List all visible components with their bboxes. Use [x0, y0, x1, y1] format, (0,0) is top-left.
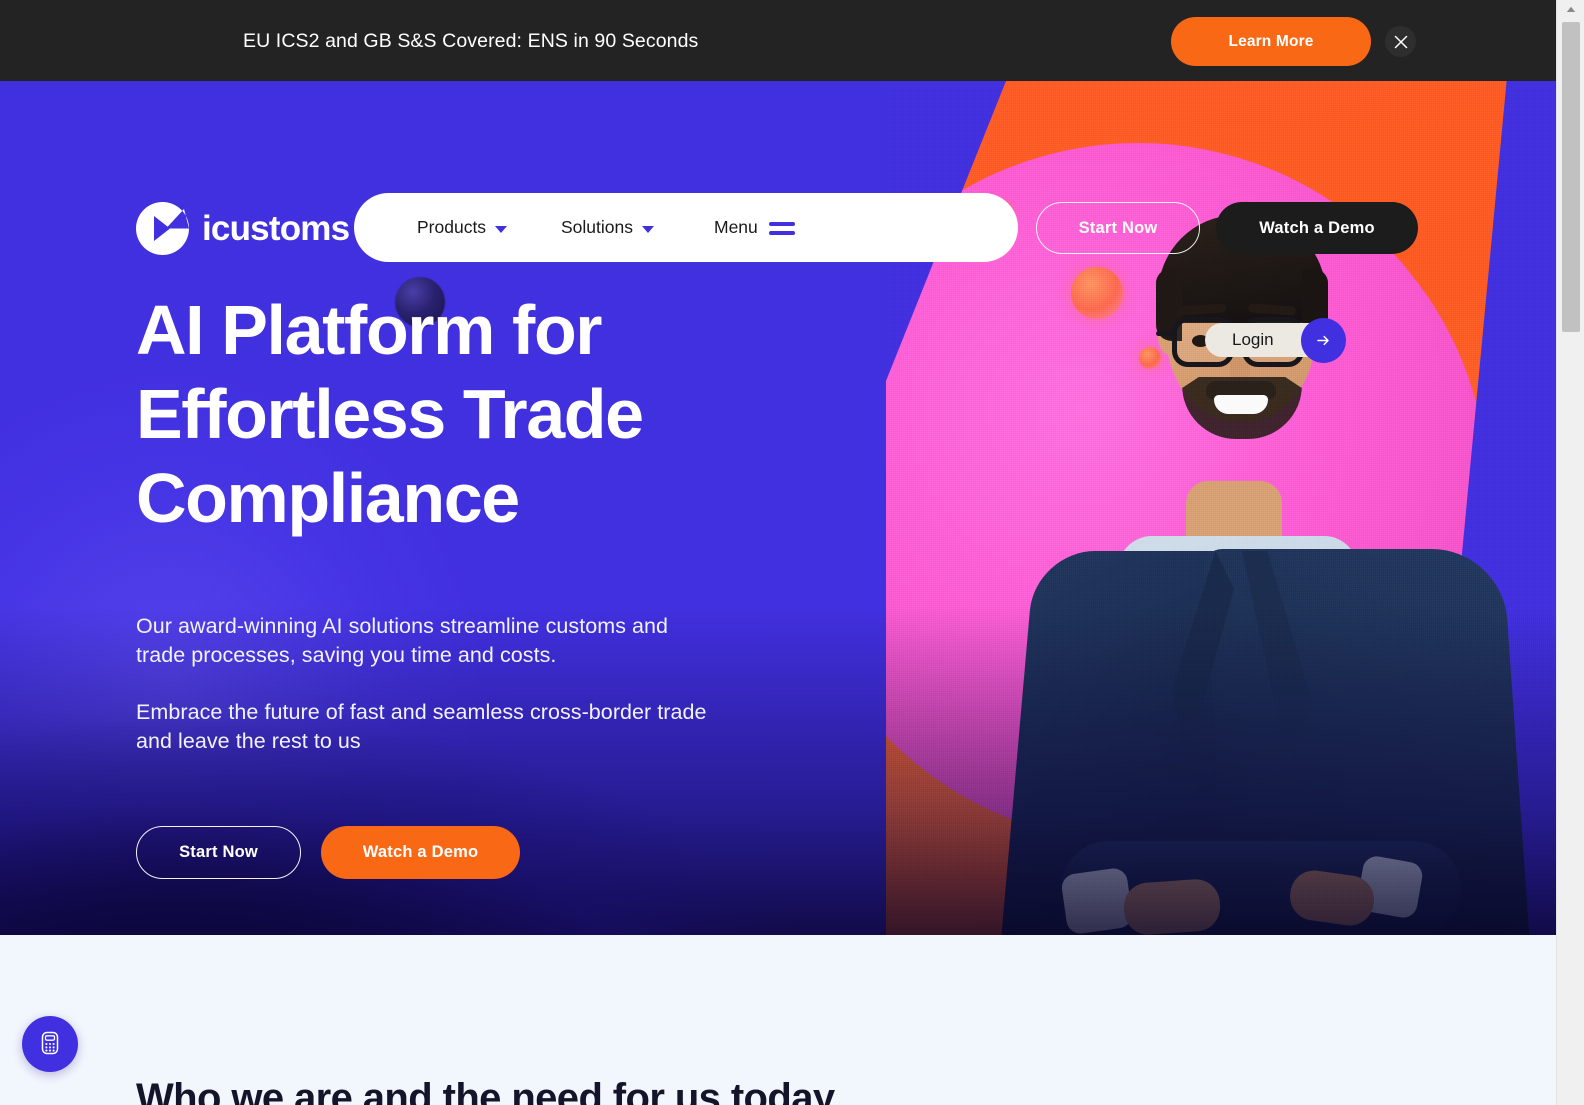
- hero-watch-demo-button[interactable]: Watch a Demo: [321, 826, 520, 879]
- nav-item-products[interactable]: Products: [417, 217, 508, 238]
- announcement-banner: EU ICS2 and GB S&S Covered: ENS in 90 Se…: [0, 0, 1556, 81]
- who-we-are-heading: Who we are and the need for us today: [136, 1076, 835, 1105]
- calculator-icon: [36, 1029, 64, 1060]
- scrollbar-thumb[interactable]: [1562, 22, 1580, 332]
- hero-paragraph-2: Embrace the future of fast and seamless …: [136, 700, 707, 753]
- login-button-label: Login: [1232, 330, 1274, 349]
- hero-title-line-3: Compliance: [136, 459, 520, 537]
- announcement-banner-text: EU ICS2 and GB S&S Covered: ENS in 90 Se…: [243, 30, 699, 52]
- primary-nav: Products Solutions Menu Login: [354, 193, 1346, 363]
- site-logo-text: icustoms: [202, 209, 350, 248]
- hero-copy: AI Platform for Effortless Trade Complia…: [136, 211, 836, 879]
- hamburger-icon: [768, 221, 795, 235]
- duty-calculator-button[interactable]: [22, 1016, 78, 1072]
- chevron-down-icon: [495, 225, 508, 233]
- nav-item-products-label: Products: [417, 217, 487, 237]
- chevron-down-icon: [642, 225, 654, 233]
- header-watch-demo-button[interactable]: Watch a Demo: [1216, 202, 1418, 254]
- close-banner-button[interactable]: [1385, 26, 1416, 57]
- browser-viewport: EU ICS2 and GB S&S Covered: ENS in 90 Se…: [0, 0, 1556, 1105]
- nav-item-solutions[interactable]: Solutions: [561, 217, 654, 238]
- header-start-now-button[interactable]: Start Now: [1036, 202, 1200, 254]
- close-icon: [1394, 35, 1408, 49]
- hero-start-now-button[interactable]: Start Now: [136, 826, 301, 879]
- page-scrollbar[interactable]: [1556, 0, 1584, 1105]
- hero-paragraph-1: Our award-winning AI solutions streamlin…: [136, 614, 669, 667]
- nav-item-menu[interactable]: Menu: [714, 217, 795, 238]
- nav-item-solutions-label: Solutions: [561, 217, 633, 237]
- scroll-up-arrow-icon[interactable]: [1557, 0, 1584, 18]
- page-title: AI Platform for Effortless Trade Complia…: [136, 288, 736, 540]
- icustoms-play-circle-logo-icon: [136, 202, 189, 255]
- page-root: EU ICS2 and GB S&S Covered: ENS in 90 Se…: [0, 0, 1584, 1105]
- login-button[interactable]: Login: [1205, 318, 1346, 363]
- hero-section: AI Platform for Effortless Trade Complia…: [0, 81, 1556, 935]
- hero-title-line-1: AI Platform for: [136, 291, 603, 369]
- who-we-are-section: Who we are and the need for us today: [0, 935, 1556, 1105]
- hero-title-line-2: Effortless Trade: [136, 375, 644, 453]
- arrow-right-icon: [1301, 318, 1346, 363]
- site-logo[interactable]: icustoms: [136, 202, 350, 255]
- nav-item-menu-label: Menu: [714, 217, 758, 237]
- hero-cta-group: Start Now Watch a Demo: [136, 826, 836, 879]
- learn-more-button[interactable]: Learn More: [1171, 17, 1371, 66]
